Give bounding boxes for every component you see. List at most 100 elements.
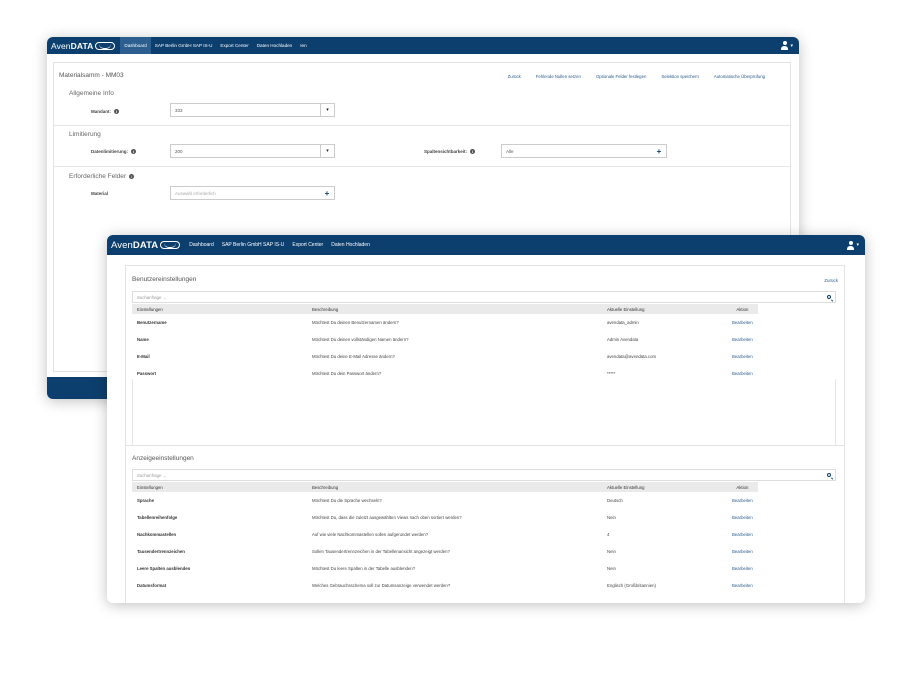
edit-link[interactable]: Bearbeiten <box>732 320 753 325</box>
nav-dashboard[interactable]: Dashboard <box>120 37 151 54</box>
table-row: Nachkommastellen Auf wie viele Nachkomma… <box>132 526 758 543</box>
setting-value: Nein <box>607 566 616 571</box>
avendata-logo[interactable]: Aven DATA <box>47 37 120 54</box>
main-nav: Dashboard SAP Berlin GmbH SAP IS-U Expor… <box>185 235 374 255</box>
user-icon <box>847 240 855 250</box>
back-link[interactable]: Zurück <box>508 74 521 79</box>
action-cell: Bearbeiten <box>727 331 758 348</box>
setting-value: Deutsch <box>607 498 623 503</box>
user-menu[interactable]: ▾ <box>781 37 793 54</box>
setting-name: Benutzername <box>137 320 167 325</box>
material-select[interactable]: Auswahl erforderlich + <box>170 186 335 200</box>
search-icon[interactable] <box>823 470 835 480</box>
data-limit-select[interactable]: 200 ▾ <box>170 144 335 158</box>
mandant-select[interactable]: 333 ▾ <box>170 103 335 117</box>
data-limit-value: 200 <box>175 148 183 154</box>
section-general-info: Allgemeine Info <box>69 90 114 97</box>
auto-check-link[interactable]: Automatische Überprüfung <box>714 74 765 79</box>
logo-suffix: DATA <box>132 239 159 251</box>
display-settings-card: Anzeigeeinstellungen Suchanfrage ... Ein… <box>125 445 845 603</box>
table-row: Leere Spalten ausblenden Möchtest Du lee… <box>132 560 758 577</box>
edit-link[interactable]: Bearbeiten <box>732 371 753 376</box>
table-row: Tausendertrennzeichen Sollen Tausendertr… <box>132 543 758 560</box>
divider <box>54 166 790 167</box>
setting-description: Möchtest Du die Sprache wechseln? <box>312 498 382 503</box>
page-title: Materialsamm - MM03 <box>59 72 124 79</box>
search-input[interactable]: Suchanfrage ... <box>133 473 823 478</box>
setting-value: Nein <box>607 549 616 554</box>
caret-down-icon: ▾ <box>856 242 859 248</box>
data-limit-label-text: Datenlimitierung: <box>91 149 129 154</box>
edit-link[interactable]: Bearbeiten <box>732 498 753 503</box>
table-empty-area <box>132 379 836 452</box>
section-required-fields: Erforderliche Felder i <box>69 173 135 180</box>
action-cell: Bearbeiten <box>727 577 758 594</box>
top-navbar: Aven DATA Dashboard SAP Berlin GmbH SAP I… <box>47 37 799 54</box>
required-fields-title: Erforderliche Felder <box>69 173 127 180</box>
table-row: Tabellenreihenfolge Möchtest Du, dass di… <box>132 509 758 526</box>
user-icon <box>781 41 789 50</box>
user-settings-card: Benutzereinstellungen Zurück Suchanfrage… <box>125 265 845 459</box>
back-link[interactable]: Zurück <box>824 278 838 283</box>
set-missing-zeros-link[interactable]: Fehlende Nullen setzen <box>536 74 581 79</box>
setting-description: Welches Gebrauchsschema soll zur Datumsa… <box>312 583 451 588</box>
display-settings-table: Einstellungen Beschreibung Aktuelle Eins… <box>132 482 758 594</box>
setting-value: Admin Avendata <box>607 337 639 342</box>
avendata-logo[interactable]: Aven DATA <box>107 235 185 255</box>
nav-export-center[interactable]: Export Center <box>288 235 327 255</box>
edit-link[interactable]: Bearbeiten <box>732 583 753 588</box>
setting-description: Möchtest Du, dass die zuletzt ausgewählt… <box>312 515 462 520</box>
plus-icon[interactable]: + <box>320 189 334 198</box>
column-visibility-label: Spaltensichtbarkeit: i <box>424 149 476 155</box>
mandant-value: 333 <box>175 107 183 113</box>
edit-link[interactable]: Bearbeiten <box>732 549 753 554</box>
mandant-label: Mandant: i <box>91 109 119 115</box>
column-visibility-value: Alle <box>506 148 514 154</box>
nav-sap-berlin[interactable]: SAP Berlin GmbH SAP IS-U <box>151 37 217 54</box>
col-description: Beschreibung <box>307 304 602 314</box>
divider <box>54 125 790 126</box>
edit-link[interactable]: Bearbeiten <box>732 566 753 571</box>
nav-upload-data[interactable]: Daten Hochladen <box>253 37 297 54</box>
logo-prefix: Aven <box>51 40 71 51</box>
nav-language[interactable]: Ien <box>296 37 310 54</box>
action-links: Zurück Fehlende Nullen setzen Optionale … <box>493 74 765 79</box>
plus-icon[interactable]: + <box>652 147 666 156</box>
nav-sap-berlin[interactable]: SAP Berlin GmbH SAP IS-U <box>218 235 289 255</box>
setting-description: Sollen Tausendertrennzeichen in der Tabe… <box>312 549 450 554</box>
display-settings-search[interactable]: Suchanfrage ... <box>132 469 836 481</box>
user-settings-table: Einstellungen Beschreibung Aktuelle Eins… <box>132 304 758 382</box>
info-icon[interactable]: i <box>131 149 137 155</box>
table-row: E-Mail Möchtest Du deine E-Mail Adresse … <box>132 348 758 365</box>
setting-name: Leere Spalten ausblenden <box>137 566 191 571</box>
edit-link[interactable]: Bearbeiten <box>732 515 753 520</box>
nav-dashboard[interactable]: Dashboard <box>185 235 217 255</box>
search-icon[interactable] <box>823 292 835 302</box>
action-cell: Bearbeiten <box>727 526 758 543</box>
nav-upload-data[interactable]: Daten Hochladen <box>327 235 374 255</box>
edit-link[interactable]: Bearbeiten <box>732 337 753 342</box>
edit-link[interactable]: Bearbeiten <box>732 532 753 537</box>
col-current-setting: Aktuelle Einstellung <box>602 304 727 314</box>
info-icon[interactable]: i <box>470 149 476 155</box>
setting-name: Sprache <box>137 498 154 503</box>
save-selection-link[interactable]: Selektion speichern <box>661 74 699 79</box>
setting-value: avendata@avendata.com <box>607 354 657 359</box>
nav-export-center[interactable]: Export Center <box>216 37 252 54</box>
caret-down-icon[interactable]: ▾ <box>320 104 334 116</box>
logo-suffix: DATA <box>70 40 94 51</box>
info-icon[interactable]: i <box>114 109 119 115</box>
user-settings-search[interactable]: Suchanfrage ... <box>132 291 836 303</box>
caret-down-icon[interactable]: ▾ <box>320 145 334 157</box>
info-icon[interactable]: i <box>129 173 135 179</box>
edit-link[interactable]: Bearbeiten <box>732 354 753 359</box>
user-menu[interactable]: ▾ <box>847 235 859 255</box>
optional-fields-link[interactable]: Optionale Felder festlegen <box>596 74 646 79</box>
setting-value: Nein <box>607 515 616 520</box>
action-cell: Bearbeiten <box>727 348 758 365</box>
column-visibility-select[interactable]: Alle + <box>501 144 667 158</box>
search-input[interactable]: Suchanfrage ... <box>133 295 823 300</box>
user-settings-title: Benutzereinstellungen <box>132 276 197 283</box>
setting-name: Tabellenreihenfolge <box>137 515 178 520</box>
table-row: Benutzername Möchtest Du deinen Benutzer… <box>132 314 758 331</box>
